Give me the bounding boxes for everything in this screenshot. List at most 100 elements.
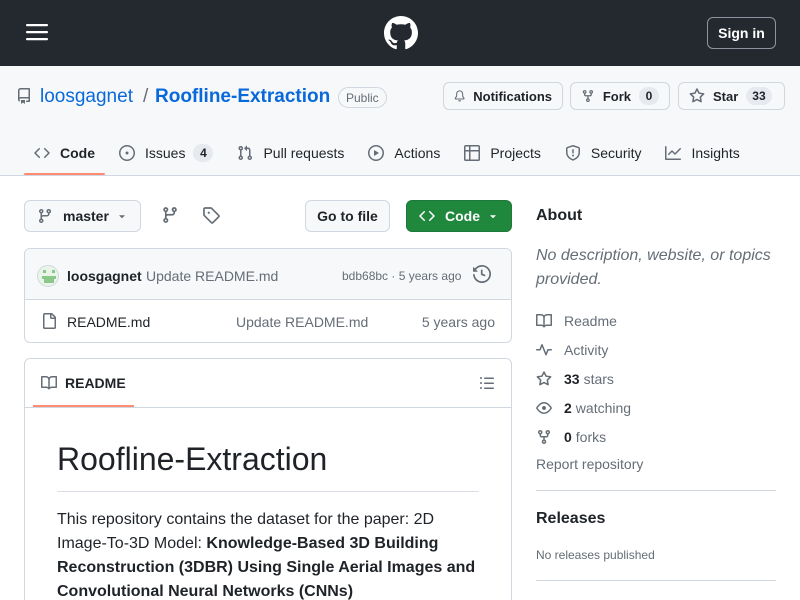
star-button[interactable]: Star 33 <box>678 82 785 110</box>
code-icon <box>34 147 50 159</box>
shield-icon <box>565 145 580 161</box>
issues-count: 4 <box>193 144 214 162</box>
report-repository-link[interactable]: Report repository <box>536 456 643 472</box>
avatar[interactable] <box>37 265 59 287</box>
commit-author[interactable]: loosgagnet <box>67 268 142 284</box>
sign-in-button[interactable]: Sign in <box>707 17 776 49</box>
star-icon <box>689 88 705 103</box>
repo-path-separator: / <box>143 86 149 107</box>
tab-projects[interactable]: Projects <box>454 132 551 174</box>
tab-label: Code <box>60 145 95 161</box>
book-icon <box>536 313 552 327</box>
repo-header: loosgagnet / Roofline-Extraction Public … <box>0 66 800 176</box>
fork-icon <box>538 429 550 444</box>
file-age: 5 years ago <box>421 314 495 330</box>
watching-link[interactable]: 2 watching <box>536 393 776 422</box>
fork-icon <box>582 89 594 103</box>
star-count: 33 <box>746 87 772 105</box>
readme-tab[interactable]: README <box>33 359 134 407</box>
tab-insights[interactable]: Insights <box>655 132 749 174</box>
sidebar-divider <box>536 490 776 491</box>
caret-down-icon <box>119 215 125 219</box>
tab-label: Actions <box>394 145 441 161</box>
activity-link-label: Activity <box>564 341 609 358</box>
menu-icon[interactable] <box>24 20 52 44</box>
tab-issues[interactable]: Issues 4 <box>109 132 223 174</box>
file-icon <box>41 313 57 329</box>
readme-link-label: Readme <box>564 312 617 329</box>
fork-label: Fork <box>602 88 631 104</box>
pulse-icon <box>536 343 552 355</box>
star-icon <box>536 370 552 385</box>
forks-count: 0 <box>564 428 572 445</box>
fork-button[interactable]: Fork 0 <box>570 82 670 110</box>
tab-label: Security <box>590 145 642 161</box>
tag-icon[interactable] <box>202 206 220 224</box>
branch-select-button[interactable]: master <box>24 200 141 232</box>
readme-header: README <box>25 359 511 408</box>
tab-label: Pull requests <box>263 145 345 161</box>
stars-link[interactable]: 33 stars <box>536 364 776 393</box>
readme-paragraph: This repository contains the dataset for… <box>57 508 479 600</box>
code-button-label: Code <box>445 208 480 224</box>
code-icon <box>419 210 435 222</box>
global-header: Sign in <box>0 0 800 66</box>
readme-body: Roofline-Extraction This repository cont… <box>25 408 511 600</box>
tab-actions[interactable]: Actions <box>358 132 450 174</box>
tab-label: Projects <box>490 145 541 161</box>
repo-icon <box>16 88 32 104</box>
issue-icon <box>119 145 135 161</box>
about-links: Readme Activity 33 stars 2 watching 0 fo… <box>536 306 776 451</box>
file-list: loosgagnet Update README.md bdb68bc · 5 … <box>24 248 512 343</box>
repo-tabs: Code Issues 4 Pull requests Actions Proj… <box>24 132 754 176</box>
commit-meta[interactable]: bdb68bc · 5 years ago <box>342 269 461 283</box>
list-icon[interactable] <box>479 375 495 391</box>
tab-label: Insights <box>691 145 740 161</box>
watching-count: 2 <box>564 399 572 416</box>
readme-link[interactable]: Readme <box>536 306 776 335</box>
file-row[interactable]: README.md Update README.md 5 years ago <box>25 300 511 342</box>
notifications-button[interactable]: Notifications <box>443 82 563 110</box>
repo-name-link[interactable]: Roofline-Extraction <box>155 86 330 108</box>
graph-icon <box>665 146 682 160</box>
readme-panel: README Roofline-Extraction This reposito… <box>24 358 512 600</box>
file-commit-message[interactable]: Update README.md <box>236 314 368 330</box>
tab-security[interactable]: Security <box>555 132 652 174</box>
releases-heading[interactable]: Releases <box>536 510 605 528</box>
forks-label: forks <box>575 428 607 445</box>
branches-icon[interactable] <box>161 206 179 224</box>
forks-link[interactable]: 0 forks <box>536 422 776 451</box>
fork-count: 0 <box>639 87 659 105</box>
github-logo-icon[interactable] <box>384 16 418 50</box>
stars-count: 33 <box>564 370 580 387</box>
bell-icon <box>454 90 465 102</box>
star-label: Star <box>713 88 739 104</box>
eye-icon <box>536 401 552 414</box>
commit-message[interactable]: Update README.md <box>146 268 278 284</box>
branch-name: master <box>63 208 109 224</box>
watching-label: watching <box>575 399 632 416</box>
stars-label: stars <box>583 370 614 387</box>
activity-link[interactable]: Activity <box>536 335 776 364</box>
tab-pull-requests[interactable]: Pull requests <box>227 132 354 174</box>
caret-down-icon <box>490 215 496 219</box>
sidebar-divider <box>536 580 776 581</box>
readme-title: Roofline-Extraction <box>57 441 479 493</box>
visibility-badge: Public <box>338 87 387 108</box>
about-heading: About <box>536 207 583 224</box>
code-dropdown-button[interactable]: Code <box>406 200 512 232</box>
book-icon <box>41 375 57 390</box>
go-to-file-button[interactable]: Go to file <box>305 200 390 232</box>
file-name-link[interactable]: README.md <box>67 314 150 330</box>
table-icon <box>464 145 481 161</box>
repo-owner-link[interactable]: loosgagnet <box>40 86 133 108</box>
notifications-label: Notifications <box>473 88 552 104</box>
history-icon[interactable] <box>473 265 491 283</box>
tab-code[interactable]: Code <box>24 132 105 175</box>
about-description: No description, website, or topics provi… <box>536 247 771 288</box>
releases-empty-text: No releases published <box>536 548 655 562</box>
play-icon <box>368 145 385 161</box>
latest-commit-row: loosgagnet Update README.md bdb68bc · 5 … <box>25 249 511 300</box>
branch-icon <box>38 209 51 224</box>
tab-label: Issues <box>145 145 186 161</box>
